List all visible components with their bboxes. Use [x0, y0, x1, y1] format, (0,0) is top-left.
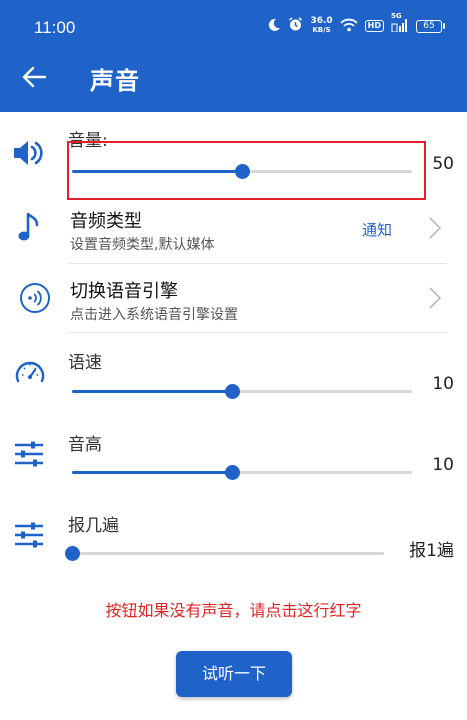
slider-fill [72, 390, 232, 393]
speech-rate-value: 10 [432, 374, 454, 394]
moon-icon [267, 18, 281, 35]
voice-engine-icon [17, 280, 53, 316]
warning-link[interactable]: 按钮如果没有声音，请点击这行红字 [0, 597, 467, 621]
speech-rate-slider[interactable] [72, 381, 412, 401]
repeat-value: 报1遍 [409, 541, 454, 561]
divider [68, 332, 447, 333]
slider-thumb[interactable] [235, 164, 250, 179]
status-time: 11:00 [34, 18, 76, 37]
slider-thumb[interactable] [224, 384, 240, 399]
chevron-right-icon [429, 287, 442, 309]
slider-fill [72, 471, 232, 474]
alarm-icon [288, 17, 303, 35]
speedometer-icon [12, 355, 48, 391]
equalizer-icon [12, 518, 48, 554]
test-play-button[interactable]: 试听一下 [176, 651, 292, 697]
repeat-slider[interactable] [65, 543, 384, 563]
status-icons: 36.0 KB/S HD 5G 65 [267, 12, 445, 35]
chevron-right-icon [429, 217, 442, 239]
speaker-icon [10, 135, 46, 171]
status-bar: 11:00 36.0 KB/S HD 5G 65 [0, 0, 467, 56]
audio-type-current: 通知 [362, 221, 393, 239]
net-speed: 36.0 KB/S [310, 16, 333, 35]
tts-engine-subtitle: 点击进入系统语音引擎设置 [70, 307, 238, 323]
volume-slider[interactable] [72, 161, 412, 181]
speech-rate-label: 语速 [68, 353, 102, 373]
page-title: 声音 [90, 67, 140, 95]
hd-badge: HD [364, 20, 384, 32]
slider-thumb[interactable] [224, 465, 240, 480]
pitch-slider[interactable] [72, 462, 412, 482]
app-bar: 11:00 36.0 KB/S HD 5G 65 声音 [0, 0, 467, 112]
pitch-value: 10 [432, 455, 454, 475]
divider [68, 263, 447, 264]
equalizer-icon [12, 437, 48, 473]
wifi-icon [340, 18, 358, 35]
repeat-label: 报几遍 [68, 516, 119, 536]
signal-icon: 5G [391, 12, 409, 35]
volume-value: 50 [432, 154, 454, 174]
audio-type-title: 音频类型 [70, 211, 142, 232]
slider-fill [72, 170, 242, 173]
music-note-icon [16, 210, 52, 246]
audio-type-subtitle: 设置音频类型,默认媒体 [70, 237, 215, 253]
back-button[interactable] [20, 62, 50, 92]
battery-icon: 65 [416, 19, 445, 33]
arrow-left-icon [22, 66, 47, 88]
tts-engine-title: 切换语音引擎 [70, 281, 178, 302]
slider-thumb[interactable] [65, 546, 80, 561]
slider-track [72, 552, 384, 555]
pitch-label: 音高 [68, 435, 102, 455]
